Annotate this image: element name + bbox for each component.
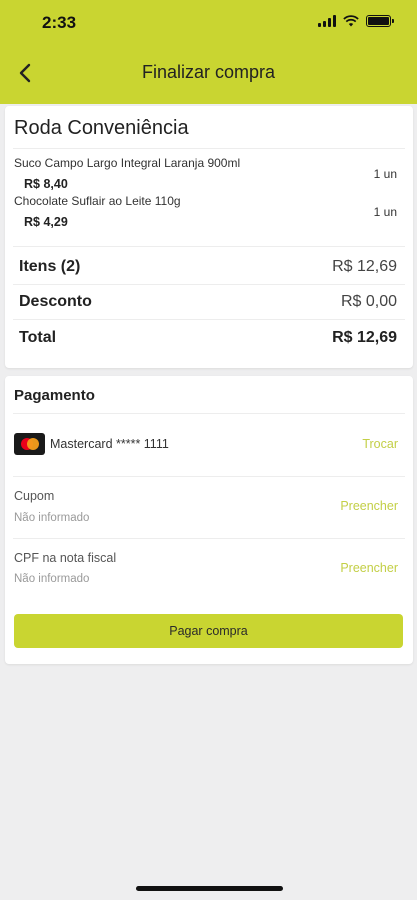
battery-icon bbox=[366, 15, 394, 27]
item-quantity: 1 un bbox=[373, 205, 397, 219]
payment-card: Pagamento Mastercard ***** 1111 Trocar C… bbox=[5, 376, 413, 664]
status-icons bbox=[318, 15, 394, 27]
item-price: R$ 4,29 bbox=[24, 215, 68, 229]
divider bbox=[13, 246, 405, 247]
payment-method: Mastercard ***** 1111 bbox=[50, 437, 169, 451]
item-name: Suco Campo Largo Integral Laranja 900ml bbox=[14, 156, 241, 170]
mastercard-icon bbox=[14, 433, 45, 455]
fill-cpf-button[interactable]: Preencher bbox=[340, 561, 398, 575]
coupon-value: Não informado bbox=[14, 512, 90, 524]
total-value: R$ 12,69 bbox=[332, 329, 397, 346]
order-card: Roda Conveniência Suco Campo Largo Integ… bbox=[5, 106, 413, 368]
signal-icon bbox=[318, 15, 336, 27]
item-price: R$ 8,40 bbox=[24, 177, 68, 191]
discount-label: Desconto bbox=[19, 293, 92, 310]
total-label: Total bbox=[19, 329, 57, 346]
item-name: Chocolate Suflair ao Leite 110g bbox=[14, 194, 181, 208]
discount-value: R$ 0,00 bbox=[340, 293, 397, 310]
coupon-label: Cupom bbox=[14, 489, 55, 503]
items-subtotal: R$ 12,69 bbox=[332, 258, 397, 275]
divider bbox=[13, 319, 405, 320]
divider bbox=[13, 413, 405, 414]
fill-coupon-button[interactable]: Preencher bbox=[340, 499, 398, 513]
status-time: 2:33 bbox=[42, 13, 77, 32]
item-quantity: 1 un bbox=[373, 167, 397, 181]
divider bbox=[13, 538, 405, 539]
change-payment-button[interactable]: Trocar bbox=[362, 437, 398, 451]
page-title: Finalizar compra bbox=[141, 62, 276, 82]
top-bar: 2:33 Finalizar compra bbox=[0, 0, 417, 104]
divider bbox=[13, 284, 405, 285]
pay-button[interactable]: Pagar compra bbox=[14, 614, 403, 648]
divider bbox=[13, 476, 405, 477]
store-name: Roda Conveniência bbox=[14, 117, 189, 139]
cpf-value: Não informado bbox=[14, 573, 90, 585]
divider bbox=[13, 148, 405, 149]
payment-title: Pagamento bbox=[14, 387, 95, 404]
wifi-icon bbox=[343, 15, 359, 27]
home-indicator[interactable] bbox=[136, 886, 283, 891]
items-count-label: Itens (2) bbox=[19, 258, 81, 275]
cpf-label: CPF na nota fiscal bbox=[14, 551, 117, 565]
